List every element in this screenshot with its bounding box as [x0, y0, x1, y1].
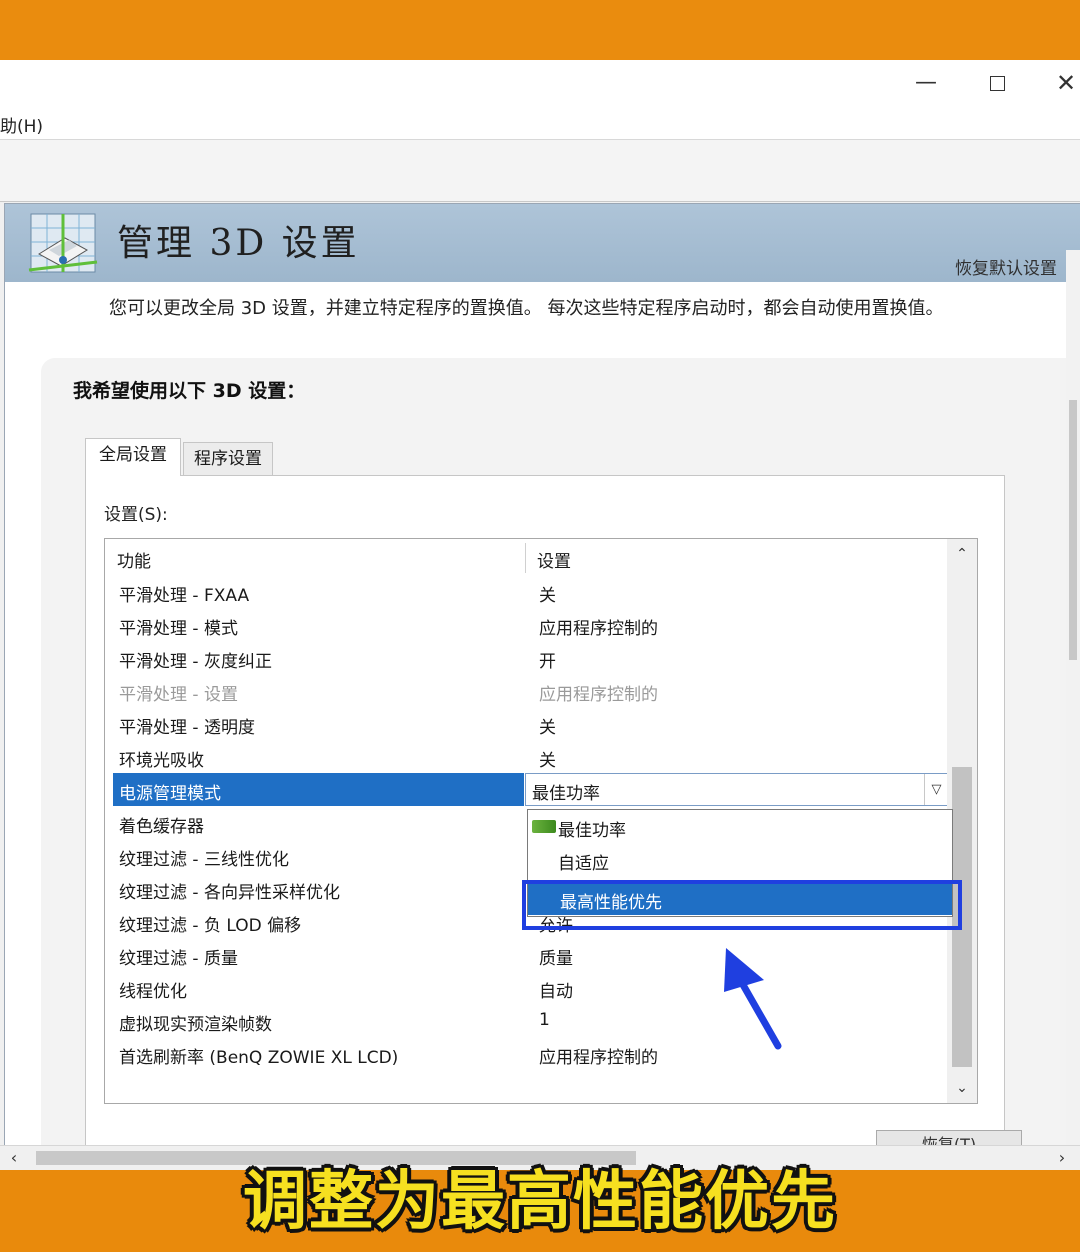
settings-list[interactable]: 功能 设置 平滑处理 - FXAA 关 平滑处理 - 模式 应用程序控制的 平滑处理…	[104, 538, 978, 1104]
power-mode-dropdown: 最佳功率 自适应 最高性能优先	[522, 809, 962, 930]
minimize-icon: —	[915, 70, 937, 95]
toolbar	[0, 140, 1080, 202]
row-feature: 环境光吸收	[119, 751, 204, 771]
row-feature: 电源管理模式	[119, 784, 221, 804]
section-label: 我希望使用以下 3D 设置：	[73, 380, 306, 402]
menu-bar: 助(H)	[0, 106, 1080, 140]
page-title: 管理 3D 设置	[117, 223, 360, 264]
row-value: 应用程序控制的	[539, 685, 658, 705]
list-row-selected[interactable]: 电源管理模式 最佳功率 ▽	[113, 773, 949, 806]
row-value: 关	[539, 751, 556, 771]
top-orange-banner	[0, 0, 1080, 60]
row-feature: 纹理过滤 - 负 LOD 偏移	[119, 916, 302, 936]
list-row[interactable]: 平滑处理 - 模式 应用程序控制的	[113, 608, 947, 641]
page-description: 您可以更改全局 3D 设置，并建立特定程序的置换值。 每次这些特定程序启动时，都…	[109, 298, 944, 319]
close-icon: ✕	[1055, 69, 1077, 97]
row-feature: 平滑处理 - FXAA	[119, 586, 250, 606]
option-label: 最佳功率	[558, 821, 626, 841]
list-header: 功能 设置	[105, 539, 947, 575]
tab-program-settings[interactable]: 程序设置	[183, 442, 273, 476]
video-caption: 调整为最高性能优先	[243, 1165, 837, 1239]
column-header-feature[interactable]: 功能	[117, 547, 151, 572]
global-settings-page: 设置(S): 功能 设置 平滑处理 - FXAA 关 平滑处理 - 模式 应用程序控…	[85, 475, 1022, 1170]
power-mode-select[interactable]: 最佳功率 ▽	[525, 773, 949, 806]
column-header-setting[interactable]: 设置	[537, 547, 571, 572]
row-feature: 平滑处理 - 模式	[119, 619, 238, 639]
dropdown-option[interactable]: 最佳功率	[528, 810, 952, 843]
row-feature: 虚拟现实预渲染帧数	[119, 1015, 272, 1035]
list-row-disabled: 平滑处理 - 设置 应用程序控制的	[113, 674, 947, 707]
row-value: 关	[539, 586, 556, 606]
maximize-button[interactable]	[977, 66, 1017, 100]
scroll-down-icon[interactable]: ⌄	[947, 1073, 977, 1103]
list-row[interactable]: 平滑处理 - 灰度纠正 开	[113, 641, 947, 674]
row-feature: 平滑处理 - 透明度	[119, 718, 255, 738]
row-value: 开	[539, 652, 556, 672]
panel-header: 管理 3D 设置 恢复默认设置	[5, 204, 1080, 282]
list-row[interactable]: 虚拟现实预渲染帧数 1	[113, 1004, 947, 1037]
row-feature: 纹理过滤 - 三线性优化	[119, 850, 289, 870]
select-value: 最佳功率	[532, 784, 600, 804]
annotation-highlight-frame	[522, 880, 962, 930]
menu-help[interactable]: 助(H)	[0, 112, 43, 137]
row-feature: 首选刷新率 (BenQ ZOWIE XL LCD)	[119, 1048, 399, 1068]
row-value: 自动	[539, 982, 573, 1002]
row-feature: 平滑处理 - 设置	[119, 685, 238, 705]
list-row[interactable]: 线程优化 自动	[113, 971, 947, 1004]
row-value: 关	[539, 718, 556, 738]
option-label: 自适应	[558, 854, 609, 874]
row-value: 1	[539, 1010, 550, 1030]
row-feature: 纹理过滤 - 质量	[119, 949, 238, 969]
column-divider	[525, 543, 526, 573]
tab-global-settings[interactable]: 全局设置	[85, 438, 181, 476]
manage-3d-settings-panel: 管理 3D 设置 恢复默认设置 您可以更改全局 3D 设置，并建立特定程序的置换…	[4, 203, 1080, 1170]
settings-group: 我希望使用以下 3D 设置： 全局设置 程序设置 设置(S): 功能 设置 平滑…	[41, 358, 1080, 1170]
list-row[interactable]: 纹理过滤 - 质量 质量	[113, 938, 947, 971]
restore-default-link[interactable]: 恢复默认设置	[955, 254, 1057, 279]
list-row[interactable]: 首选刷新率 (BenQ ZOWIE XL LCD) 应用程序控制的	[113, 1037, 947, 1070]
chevron-down-icon[interactable]: ▽	[924, 774, 948, 805]
list-row[interactable]: 环境光吸收 关	[113, 740, 947, 773]
list-row[interactable]: 平滑处理 - FXAA 关	[113, 575, 947, 608]
row-feature: 纹理过滤 - 各向异性采样优化	[119, 883, 340, 903]
minimize-button[interactable]: —	[906, 66, 946, 100]
3d-settings-logo-icon	[28, 213, 98, 273]
nvidia-icon	[532, 820, 556, 833]
dropdown-option[interactable]: 自适应	[528, 843, 952, 876]
maximize-icon	[989, 75, 1005, 91]
settings-caption: 设置(S):	[104, 505, 168, 525]
row-value: 质量	[539, 949, 573, 969]
nvidia-control-panel-window: — ✕ 助(H) 管理 3D 设置 恢复默认设置 您可以更改全局 3D 设置，并…	[0, 60, 1080, 1170]
row-feature: 线程优化	[119, 982, 187, 1002]
list-row[interactable]: 平滑处理 - 透明度 关	[113, 707, 947, 740]
row-feature: 着色缓存器	[119, 817, 204, 837]
row-value: 应用程序控制的	[539, 619, 658, 639]
row-value: 应用程序控制的	[539, 1048, 658, 1068]
row-feature: 平滑处理 - 灰度纠正	[119, 652, 272, 672]
pointer-arrow-icon	[718, 941, 784, 1052]
scroll-up-icon[interactable]: ⌃	[947, 539, 977, 569]
scrollbar-thumb[interactable]	[1069, 400, 1077, 660]
window-scrollbar[interactable]	[1066, 250, 1080, 1170]
close-button[interactable]: ✕	[1046, 66, 1080, 100]
title-bar: — ✕	[0, 60, 1080, 106]
